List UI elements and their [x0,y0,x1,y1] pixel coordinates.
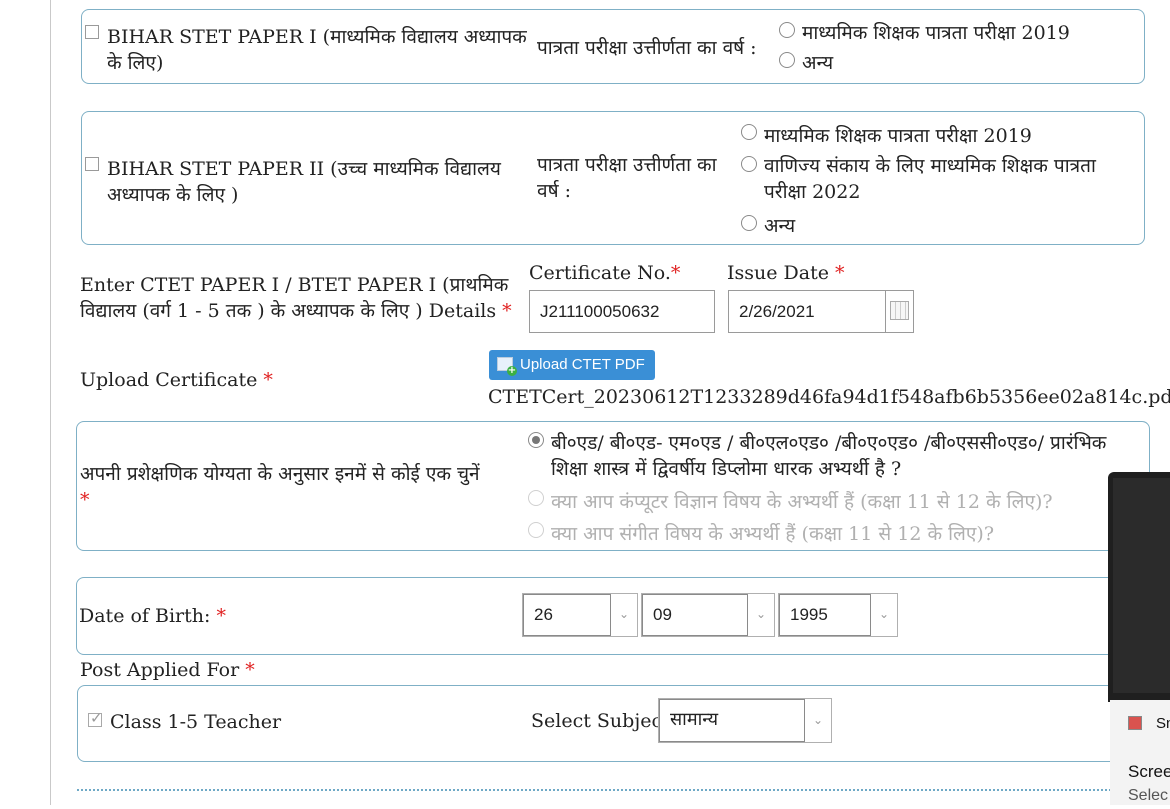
stet-paper2-option-commerce: वाणिज्य संकाय के लिए माध्यमिक शिक्षक पात… [764,155,1096,203]
stet-paper2-option-2019: माध्यमिक शिक्षक पात्रता परीक्षा 2019 [764,125,1032,147]
training-option-bed: बी०एड/ बी०एड- एम०एड / बी०एल०एड० /बी०ए०एड… [551,432,1107,480]
training-radio-bed[interactable] [528,432,544,448]
certificate-no-input[interactable]: J211100050632 [529,290,715,333]
training-radio-music[interactable] [528,522,544,538]
dob-month-value: 09 [642,594,748,636]
select-subject-label: Select Subject: [531,710,677,732]
stet-paper2-checkbox[interactable] [85,157,99,171]
stet-paper2-radio-commerce[interactable] [741,156,757,172]
stet-paper1-radio-2019[interactable] [779,22,795,38]
certificate-no-label: Certificate No.* [529,262,681,284]
snip-title: Scree [1128,762,1170,781]
calendar-button[interactable] [886,290,914,333]
stet-paper1-label: BIHAR STET PAPER I (माध्यमिक विद्यालय अध… [107,26,527,74]
stet-paper1-radio-other[interactable] [779,52,795,68]
class-1-5-label: Class 1-5 Teacher [110,711,282,733]
stet-paper2-option-other: अन्य [764,215,796,237]
stet-paper1-option-other: अन्य [802,52,834,74]
training-required-mark: * [80,489,90,511]
uploaded-filename: CTETCert_20230612T1233289d46fa94d1f548af… [488,386,1170,408]
snip-tool-icon [1128,716,1142,730]
snip-popup-inner [1113,478,1170,693]
stet-paper2-radio-2019[interactable] [741,124,757,140]
dob-year-select[interactable]: 1995 ⌄ [778,593,898,637]
stet-paper2-radio-other[interactable] [741,215,757,231]
subject-value: सामान्य [659,699,805,742]
stet-paper1-option-2019: माध्यमिक शिक्षक पात्रता परीक्षा 2019 [802,22,1070,44]
chevron-down-icon: ⌄ [618,607,630,621]
dob-day-value: 26 [523,594,611,636]
upload-icon [497,357,517,376]
dob-day-select[interactable]: 26 ⌄ [522,593,638,637]
upload-certificate-label: Upload Certificate * [80,369,273,391]
chevron-down-icon: ⌄ [878,607,890,621]
upload-ctet-pdf-button[interactable]: Upload CTET PDF [489,350,655,380]
chevron-down-icon: ⌄ [812,713,824,727]
dob-month-select[interactable]: 09 ⌄ [641,593,775,637]
issue-date-label: Issue Date * [727,262,845,284]
class-1-5-checkbox[interactable] [88,709,103,727]
ctet-details-label: Enter CTET PAPER I / BTET PAPER I (प्राथ… [80,274,512,322]
training-radio-computer[interactable] [528,490,544,506]
dob-year-value: 1995 [779,594,871,636]
stet-paper1-checkbox[interactable] [85,25,99,39]
section-divider [77,789,1147,791]
upload-button-label: Upload CTET PDF [520,356,645,373]
dob-label: Date of Birth: * [79,605,226,627]
training-option-music: क्या आप संगीत विषय के अभ्यर्थी हैं (कक्ष… [551,523,995,545]
stet-paper2-label: BIHAR STET PAPER II (उच्च माध्यमिक विद्य… [107,158,501,206]
stet-paper1-year-label: पात्रता परीक्षा उत्तीर्णता का वर्ष : [537,37,757,59]
post-applied-label: Post Applied For * [80,659,255,681]
snip-subtitle: Selec [1128,787,1169,804]
stet-paper2-year-label: पात्रता परीक्षा उत्तीर्णता का वर्ष : [537,154,717,202]
issue-date-input[interactable]: 2/26/2021 [728,290,886,333]
training-label: अपनी प्रशेक्षणिक योग्यता के अनुसार इनमें… [80,463,480,485]
subject-select[interactable]: सामान्य ⌄ [658,698,832,743]
chevron-down-icon: ⌄ [755,607,767,621]
snip-item-label: Sn [1156,715,1170,732]
calendar-icon [890,301,909,320]
left-border-line [50,0,51,805]
training-option-computer: क्या आप कंप्यूटर विज्ञान विषय के अभ्यर्थ… [551,491,1053,513]
